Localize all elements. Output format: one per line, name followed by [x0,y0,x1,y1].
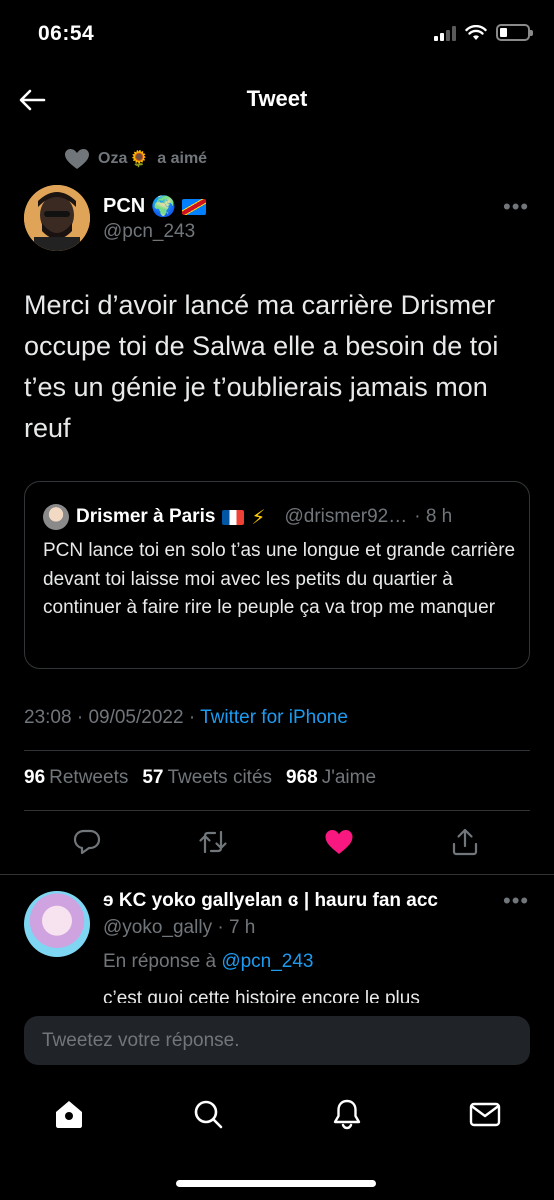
congo-flag-icon [182,198,207,215]
tweet-timestamp: 23:08 · 09/05/2022 · Twitter for iPhone [24,707,348,729]
meta-separator: · [76,707,84,728]
retweet-icon[interactable] [198,827,228,857]
divider [24,810,530,811]
tweet-text: Merci d’avoir lancé ma carrière Drismer … [24,290,499,443]
quoted-tweet-text: PCN lance toi en solo t’as une longue et… [43,540,516,618]
reply-text: c’est quoi cette histoire encore le plus [103,988,420,1003]
reply-author-handle[interactable]: @yoko_gally · 7 h [103,917,255,939]
reply-context: En réponse à @pcn_243 [103,951,314,972]
france-flag-icon [222,509,245,525]
wifi-icon [465,24,487,40]
status-bar: 06:54 [0,0,554,70]
quoted-tweet-time: · 8 h [414,506,453,527]
quoted-tweet-header: Drismer à Paris ⚡ @drismer92… · 8 h [43,504,452,530]
nav-header: Tweet [0,72,554,126]
quoted-author-handle: @drismer92… [284,506,408,527]
quote-tweets-stat[interactable]: 57 Tweets cités [142,767,272,789]
author-name[interactable]: PCN 🌍 [103,194,207,219]
more-options-icon[interactable]: ••• [503,888,529,914]
lightning-emoji: ⚡ [251,506,266,529]
liked-by-name[interactable]: Oza [98,150,127,168]
globe-emoji: 🌍 [151,196,177,218]
search-icon[interactable] [191,1097,225,1131]
quoted-author-name: Drismer à Paris [76,506,216,527]
liked-by-row[interactable]: Oza 🌻 a aimé [64,148,207,170]
tweet-stats: 96 Retweets 57 Tweets cités 968 J'aime [24,767,376,789]
divider [24,750,530,751]
mail-icon[interactable] [468,1097,502,1131]
tweet-source-link[interactable]: Twitter for iPhone [200,707,348,728]
liked-by-action: a aimé [157,150,208,167]
quoted-tweet-card[interactable]: Drismer à Paris ⚡ @drismer92… · 8 h PCN … [24,481,530,669]
reply-time: · 7 h [217,917,256,938]
divider [0,874,554,875]
author-name-text[interactable]: PCN [103,195,145,218]
home-icon[interactable] [52,1097,86,1131]
reply-to-mention[interactable]: @pcn_243 [221,951,313,972]
compose-placeholder: Tweetez votre réponse. [42,1030,240,1051]
tweet-time: 23:08 [24,707,72,728]
avatar-image [24,185,90,251]
tweet-date: 09/05/2022 [88,707,184,728]
reply-icon[interactable] [72,827,102,857]
more-options-icon[interactable]: ••• [503,194,529,220]
page-title: Tweet [246,86,308,111]
share-icon[interactable] [450,827,480,857]
home-indicator [176,1180,376,1187]
heart-filled-icon[interactable] [324,827,354,857]
status-time: 06:54 [38,22,95,45]
status-icons [434,24,533,41]
reply-avatar[interactable] [24,891,90,957]
meta-separator: · [188,707,196,728]
liked-by-emoji: 🌻 [129,151,150,168]
avatar[interactable] [24,185,90,251]
heart-icon [65,149,89,169]
bell-icon[interactable] [330,1097,364,1131]
battery-icon [496,24,533,41]
quoted-avatar [43,504,69,530]
reply-compose-input[interactable]: Tweetez votre réponse. [24,1016,530,1065]
likes-stat[interactable]: 968 J'aime [286,767,376,789]
author-handle[interactable]: @pcn_243 [103,221,195,243]
reply-author-name[interactable]: ɘ KC yoko gallyelan ɞ | hauru fan acc [103,890,438,912]
cellular-signal-icon [434,25,456,41]
retweets-stat[interactable]: 96 Retweets [24,767,128,789]
